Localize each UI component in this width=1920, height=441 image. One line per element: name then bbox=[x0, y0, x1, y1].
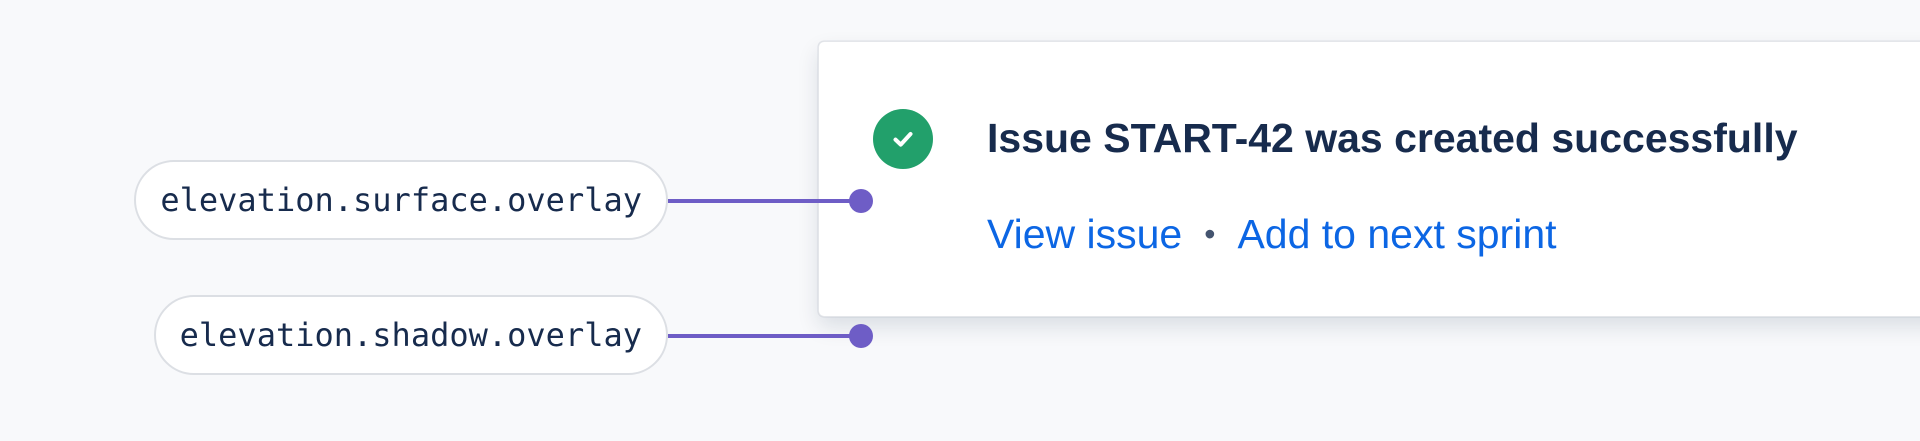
token-label-surface-overlay: elevation.surface.overlay bbox=[134, 160, 668, 240]
flag-title: Issue START-42 was created successfully bbox=[987, 115, 1798, 161]
flag-actions: View issue • Add to next sprint bbox=[987, 208, 1557, 260]
token-name: elevation.shadow.overlay bbox=[179, 316, 642, 354]
action-separator: • bbox=[1204, 216, 1216, 252]
add-to-next-sprint-link[interactable]: Add to next sprint bbox=[1237, 208, 1556, 260]
check-circle-icon bbox=[873, 109, 933, 169]
connector-line-surface bbox=[668, 199, 861, 203]
token-name: elevation.surface.overlay bbox=[160, 181, 642, 219]
connector-dot-shadow bbox=[849, 324, 873, 348]
success-flag: Issue START-42 was created successfully … bbox=[818, 41, 1920, 317]
connector-dot-surface bbox=[849, 189, 873, 213]
token-label-shadow-overlay: elevation.shadow.overlay bbox=[153, 295, 668, 375]
connector-line-shadow bbox=[668, 334, 861, 338]
view-issue-link[interactable]: View issue bbox=[987, 208, 1182, 260]
elevation-diagram: elevation.surface.overlay elevation.shad… bbox=[0, 0, 1920, 441]
